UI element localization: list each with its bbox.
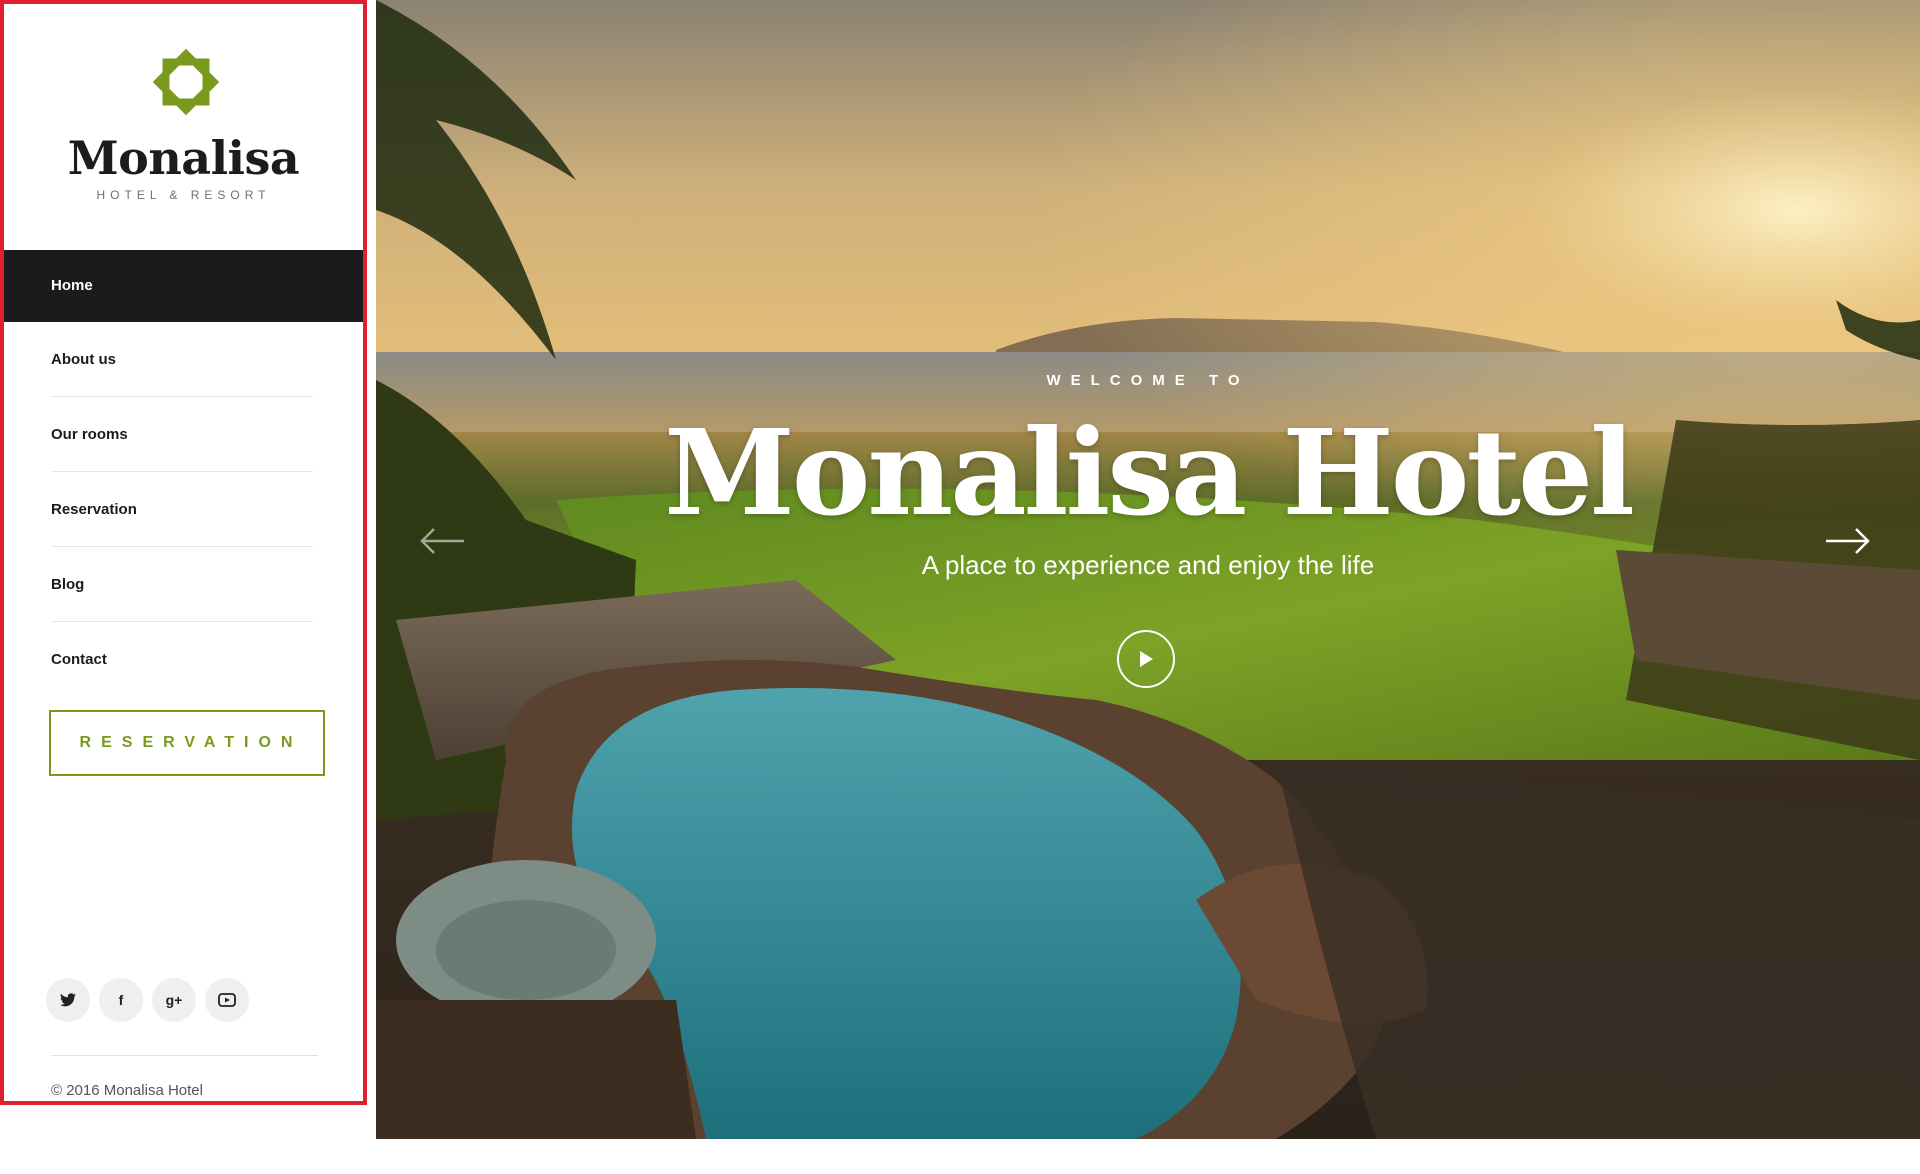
hero-slider: WELCOME TO Monalisa Hotel A place to exp… bbox=[376, 0, 1920, 1139]
nav-item-contact[interactable]: Contact bbox=[4, 622, 363, 697]
brand[interactable]: Monalisa HOTEL & RESORT bbox=[4, 4, 363, 244]
youtube-icon[interactable] bbox=[205, 978, 249, 1022]
reservation-button[interactable]: RESERVATION bbox=[49, 710, 325, 776]
hero-eyebrow: WELCOME TO bbox=[1046, 372, 1250, 389]
arrow-right-icon[interactable] bbox=[1824, 526, 1872, 556]
brand-tagline: HOTEL & RESORT bbox=[96, 188, 271, 202]
facebook-glyph: f bbox=[118, 992, 124, 1008]
sidebar: Monalisa HOTEL & RESORT Home About us Ou… bbox=[0, 0, 367, 1105]
nav-item-blog[interactable]: Blog bbox=[4, 547, 363, 622]
nav-item-our-rooms[interactable]: Our rooms bbox=[4, 397, 363, 472]
footer-divider bbox=[51, 1055, 318, 1056]
main-nav: Home About us Our rooms Reservation Blog… bbox=[4, 250, 363, 697]
google-plus-glyph: g+ bbox=[165, 992, 183, 1008]
play-icon bbox=[1140, 651, 1153, 667]
hero-subtitle: A place to experience and enjoy the life bbox=[921, 550, 1375, 580]
hero-title: Monalisa Hotel bbox=[664, 403, 1635, 542]
twitter-icon[interactable] bbox=[46, 978, 90, 1022]
nav-item-home[interactable]: Home bbox=[4, 250, 363, 322]
play-video-button[interactable] bbox=[1117, 630, 1175, 688]
nav-item-reservation[interactable]: Reservation bbox=[4, 472, 363, 547]
arrow-left-icon[interactable] bbox=[418, 526, 466, 556]
copyright-text: © 2016 Monalisa Hotel bbox=[51, 1082, 203, 1099]
google-plus-icon[interactable]: g+ bbox=[152, 978, 196, 1022]
facebook-icon[interactable]: f bbox=[99, 978, 143, 1022]
star-flower-logo-icon bbox=[152, 48, 220, 116]
brand-name: Monalisa bbox=[67, 131, 300, 185]
nav-item-about-us[interactable]: About us bbox=[4, 322, 363, 397]
